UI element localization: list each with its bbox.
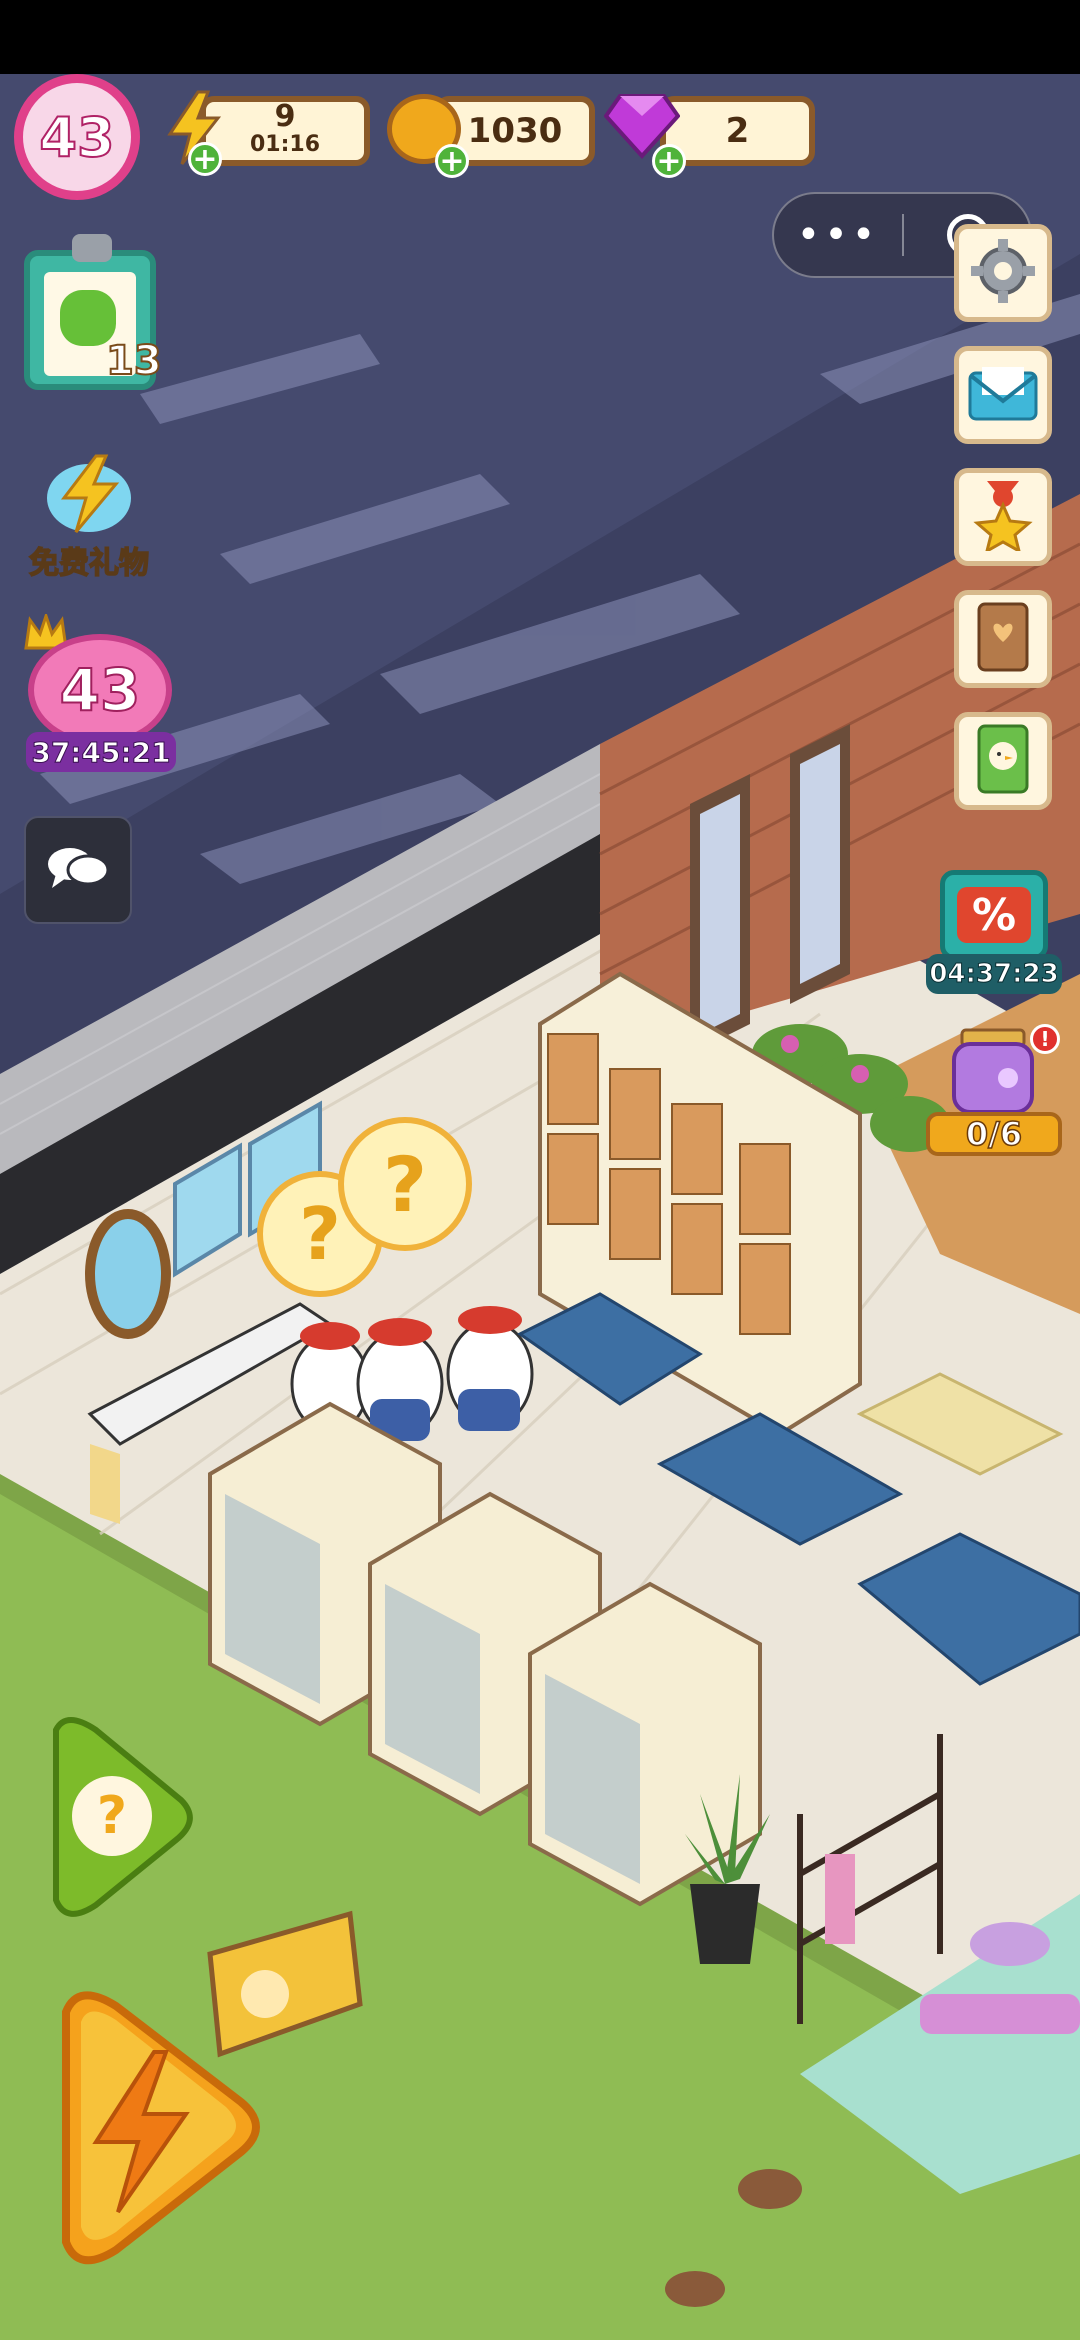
- task-count: 13: [105, 337, 163, 385]
- sale-offer-button[interactable]: % 04:37:23: [926, 870, 1062, 1000]
- jar-progress-pill: 0/6: [926, 1112, 1062, 1156]
- jar-progress: 0/6: [965, 1114, 1023, 1154]
- guide-button[interactable]: [954, 712, 1052, 810]
- jar-event-button[interactable]: ! 0/6: [926, 1024, 1062, 1156]
- medal-icon: [973, 479, 1033, 555]
- hint-button[interactable]: ?: [26, 1710, 196, 1920]
- vip-timer: 37:45:21: [31, 735, 171, 769]
- chat-button[interactable]: [24, 816, 132, 924]
- svg-text:?: ?: [383, 1140, 427, 1229]
- coin-value: 1030: [467, 111, 563, 151]
- sale-timer: 04:37:23: [929, 959, 1059, 990]
- vip-pass-button[interactable]: 43 37:45:21: [20, 611, 180, 784]
- book-button[interactable]: [954, 590, 1052, 688]
- mail-button[interactable]: [954, 346, 1052, 444]
- energy-add-button[interactable]: +: [188, 142, 222, 176]
- clipboard-clip: [72, 234, 112, 262]
- vip-badge: 43: [28, 634, 172, 746]
- coin-counter[interactable]: 1030 +: [385, 90, 595, 180]
- boost-button[interactable]: [26, 1982, 266, 2272]
- game-scene[interactable]: ? ? 43 9 01:16 + 1030 + 2 + ••• 13 免费礼物 …: [0, 74, 1080, 2340]
- free-gift-button[interactable]: 免费礼物: [14, 444, 164, 584]
- level-badge[interactable]: 43: [14, 74, 140, 200]
- energy-counter[interactable]: 9 01:16 +: [160, 90, 370, 180]
- question-leaf-icon: ?: [72, 1776, 152, 1856]
- more-dots-icon: •••: [796, 212, 880, 258]
- chat-icon: [46, 844, 110, 896]
- settings-button[interactable]: [954, 224, 1052, 322]
- green-book-icon: [975, 724, 1031, 798]
- more-button[interactable]: •••: [774, 194, 902, 276]
- svg-text:?: ?: [299, 1192, 341, 1276]
- percent-tag-icon: %: [940, 870, 1048, 960]
- gift-lightning-icon: [44, 452, 134, 534]
- jar-icon: [948, 1028, 1038, 1114]
- coin-add-button[interactable]: +: [435, 144, 469, 178]
- gem-counter[interactable]: 2 +: [600, 90, 815, 180]
- energy-pill: 9 01:16: [200, 96, 370, 166]
- gem-value: 2: [725, 111, 750, 151]
- energy-value: 9: [274, 99, 296, 134]
- level-number: 43: [38, 105, 115, 170]
- vip-timer-pill: 37:45:21: [26, 732, 176, 772]
- free-gift-label: 免费礼物: [28, 545, 150, 582]
- gem-add-button[interactable]: +: [652, 144, 686, 178]
- vip-level: 43: [59, 655, 142, 725]
- alert-badge-icon: !: [1030, 1024, 1060, 1054]
- sale-timer-pill: 04:37:23: [926, 954, 1062, 994]
- mail-icon: [968, 365, 1038, 425]
- status-bar: [0, 0, 1080, 74]
- book-icon: [975, 602, 1031, 676]
- task-board-button[interactable]: 13: [24, 234, 164, 394]
- achievements-button[interactable]: [954, 468, 1052, 566]
- energy-timer: 01:16: [249, 132, 321, 157]
- gear-icon: [971, 239, 1035, 307]
